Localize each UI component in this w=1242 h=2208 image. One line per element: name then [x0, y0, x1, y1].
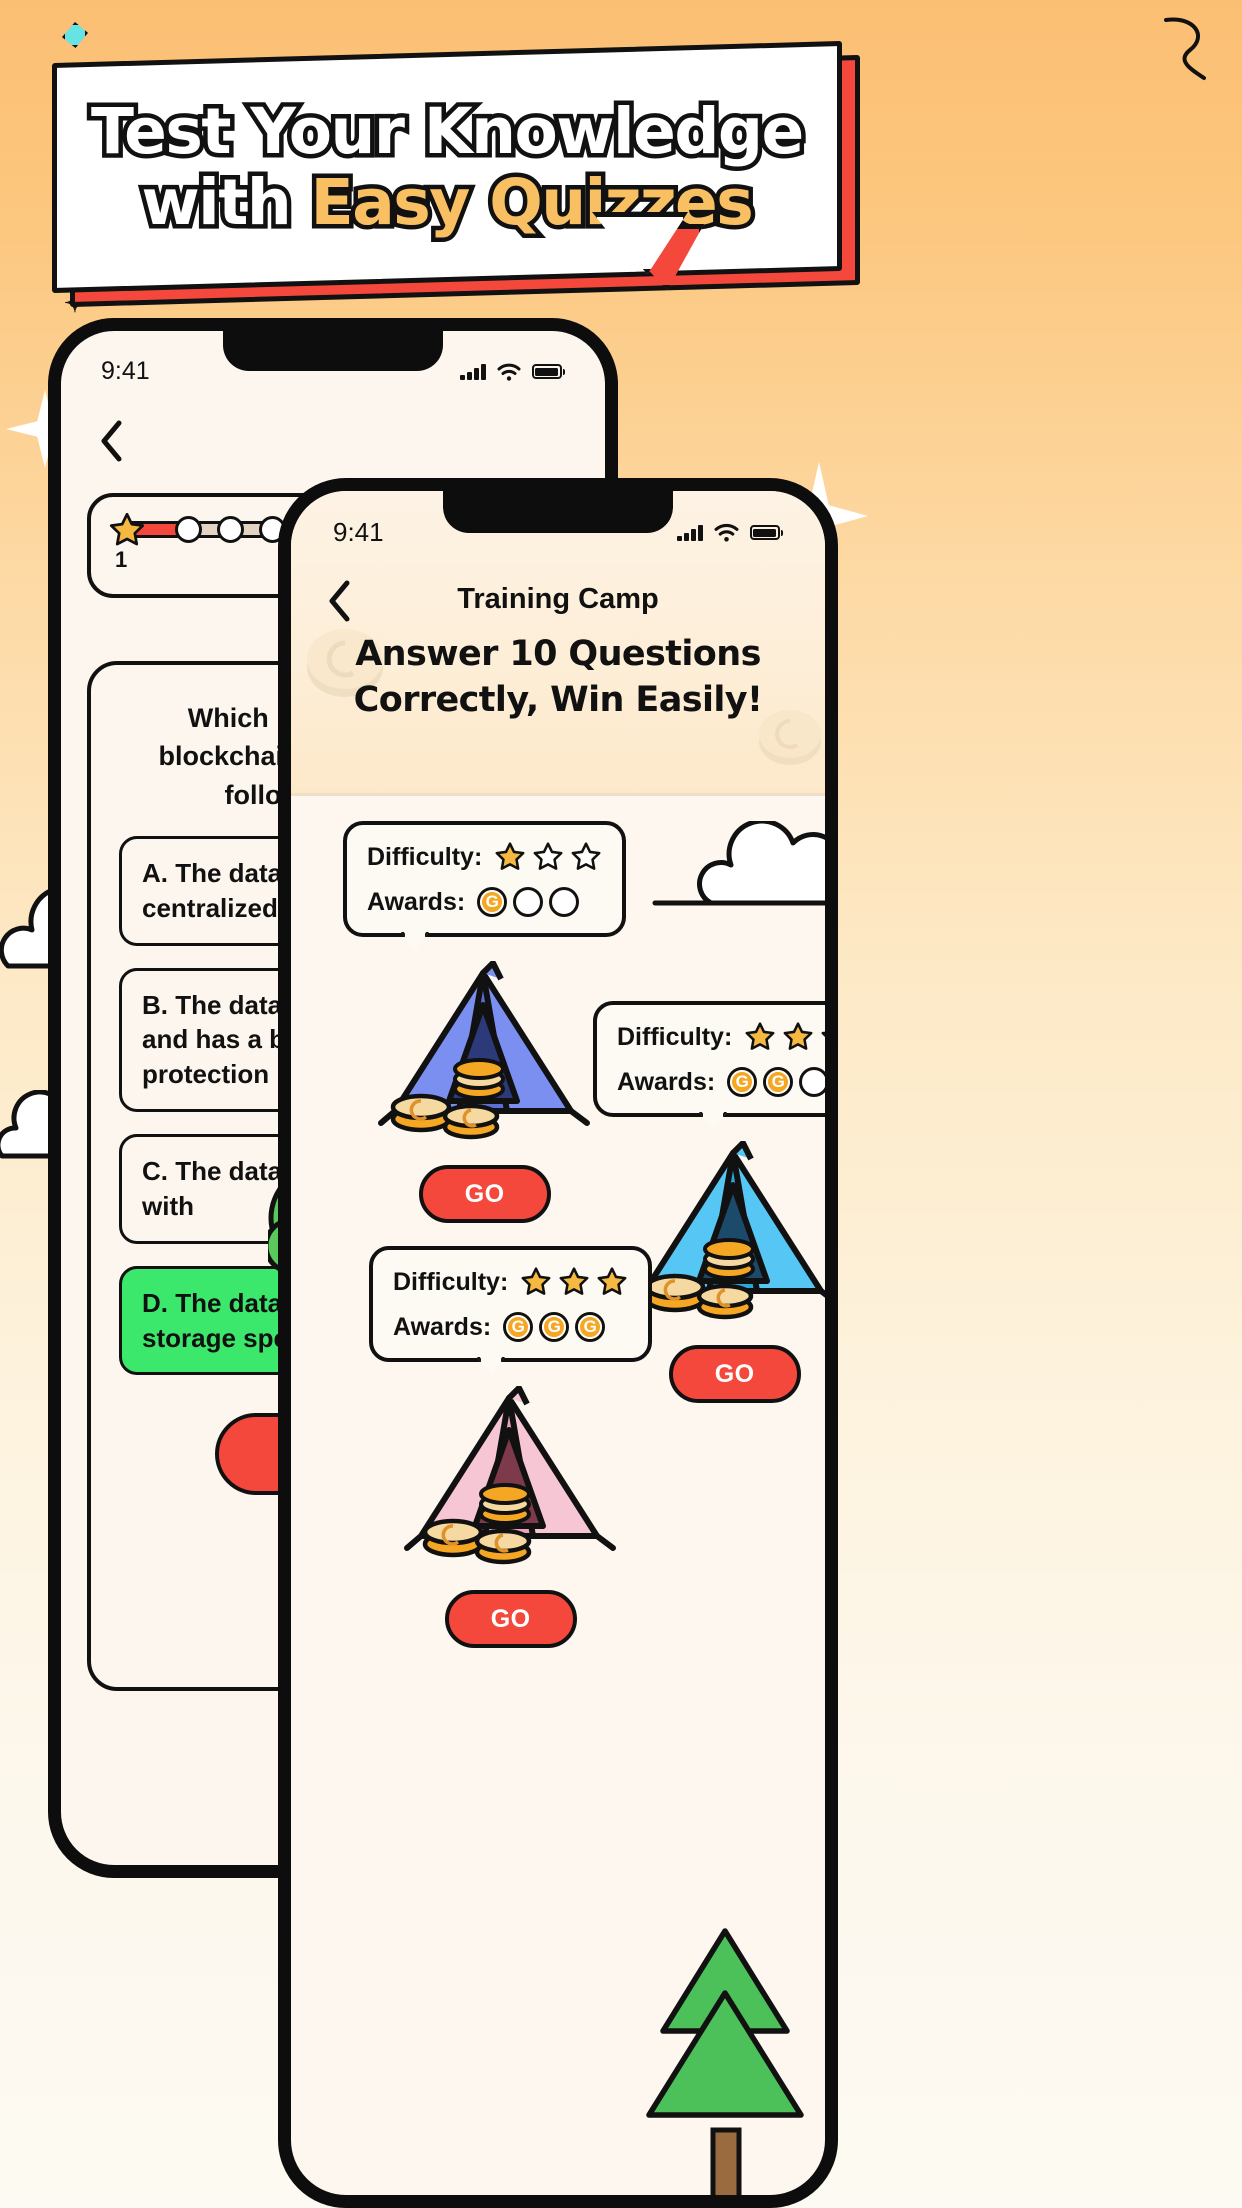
- tent-blue-icon: [377, 961, 590, 1140]
- page-title: Training Camp: [457, 583, 659, 615]
- squiggle-icon: [1164, 17, 1206, 80]
- back-button[interactable]: [99, 419, 125, 463]
- coin-filled-icon: G: [575, 1312, 606, 1342]
- pine-tree-icon: [646, 1928, 804, 2195]
- promo-headline-plain: with: [137, 162, 311, 244]
- awards-label: Awards:: [393, 1312, 492, 1341]
- coin-letter: G: [735, 1072, 749, 1091]
- coin-letter: G: [511, 1317, 525, 1336]
- card-tail: [477, 1357, 505, 1375]
- battery-icon: [749, 525, 780, 540]
- promo-banner: Test Your Knowledge with Easy Quizzes: [52, 40, 860, 308]
- difficulty-label: Difficulty:: [617, 1022, 733, 1051]
- star-empty-icon: [533, 842, 563, 870]
- front-headline-line2: Correctly, Win Easily!: [353, 680, 763, 721]
- status-bar: 9:41: [61, 357, 605, 386]
- progress-star-start-icon: [109, 512, 145, 546]
- coin-empty-icon: [799, 1067, 825, 1097]
- camp-hard-info-card: Difficulty: Awards: G G G: [369, 1246, 653, 1375]
- awards-row: Awards: G: [367, 887, 602, 917]
- difficulty-stars: [744, 1021, 825, 1053]
- coin-letter: G: [771, 1072, 785, 1091]
- coin-letter: G: [485, 892, 499, 911]
- camp-easy: Difficulty: Awards: G GO: [343, 821, 627, 1223]
- difficulty-label: Difficulty:: [367, 842, 483, 871]
- coin-letter: G: [547, 1317, 561, 1336]
- banner-face: Test Your Knowledge with Easy Quizzes: [52, 40, 842, 294]
- difficulty-row: Difficulty:: [617, 1021, 825, 1053]
- promo-headline-line1: Test Your Knowledge: [87, 90, 808, 172]
- awards-label: Awards:: [367, 887, 466, 916]
- progress-node: [217, 516, 244, 543]
- card-tail: [401, 932, 429, 950]
- star-filled-icon: [495, 842, 525, 870]
- awards-coins: G G: [727, 1067, 825, 1097]
- wifi-icon: [497, 363, 520, 381]
- status-icons: [460, 363, 565, 381]
- progress-current-label: 1: [115, 547, 128, 572]
- progress-node: [175, 516, 202, 543]
- star-empty-icon: [571, 842, 601, 870]
- camp-hard-go-button[interactable]: GO: [444, 1590, 577, 1648]
- coin-empty-icon: [513, 887, 544, 917]
- status-time: 9:41: [101, 357, 150, 385]
- star-filled-icon: [597, 1267, 627, 1295]
- awards-label: Awards:: [617, 1067, 716, 1096]
- coin-filled-icon: G: [727, 1067, 758, 1097]
- difficulty-stars: [520, 1266, 628, 1298]
- phone-notch: [443, 491, 673, 533]
- camp-easy-info-card: Difficulty: Awards: G: [343, 821, 627, 950]
- cloud-icon: [652, 821, 825, 906]
- status-time: 9:41: [333, 517, 384, 547]
- coin-letter: G: [583, 1317, 597, 1336]
- status-icons: [677, 523, 783, 542]
- difficulty-row: Difficulty:: [367, 841, 602, 873]
- sparkle-teal-icon: [62, 22, 88, 48]
- battery-tip-icon: [562, 368, 565, 375]
- difficulty-label: Difficulty:: [393, 1267, 509, 1296]
- battery-icon: [531, 364, 562, 379]
- star-filled-icon: [559, 1267, 589, 1295]
- tent-cyan-icon: [627, 1141, 825, 1320]
- coin-empty-icon: [549, 887, 580, 917]
- front-headline-line1: Answer 10 Questions: [355, 634, 761, 674]
- star-filled-icon: [783, 1022, 813, 1050]
- battery-tip-icon: [780, 529, 783, 536]
- camp-easy-go-button[interactable]: GO: [418, 1165, 551, 1223]
- difficulty-row: Difficulty:: [393, 1266, 628, 1298]
- camp-medium-info-card: Difficulty: Awards: G G: [593, 1001, 825, 1130]
- coin-filled-icon: G: [503, 1312, 534, 1342]
- camp-hard: Difficulty: Awards: G G G GO: [369, 1246, 653, 1648]
- star-filled-icon: [521, 1267, 551, 1295]
- tent-pink-icon: [403, 1386, 616, 1565]
- star-empty-icon: [821, 1031, 825, 1037]
- difficulty-stars: [494, 841, 602, 873]
- signal-bars-icon: [677, 524, 703, 541]
- awards-row: Awards: G G G: [393, 1312, 628, 1342]
- card-tail: [699, 1112, 727, 1130]
- coin-filled-icon: G: [477, 887, 508, 917]
- awards-row: Awards: G G: [617, 1067, 825, 1097]
- signal-bars-icon: [460, 363, 486, 380]
- phone-front: 9:41 Training Camp Answer 10 Questions C…: [278, 478, 838, 2208]
- wifi-icon: [714, 523, 738, 542]
- awards-coins: G: [477, 887, 580, 917]
- front-headline: Answer 10 Questions Correctly, Win Easil…: [291, 631, 825, 723]
- coin-filled-icon: G: [763, 1067, 794, 1097]
- star-filled-icon: [745, 1022, 775, 1050]
- coin-filled-icon: G: [539, 1312, 570, 1342]
- camp-medium-go-button[interactable]: GO: [668, 1345, 801, 1403]
- awards-coins: G G G: [503, 1312, 606, 1342]
